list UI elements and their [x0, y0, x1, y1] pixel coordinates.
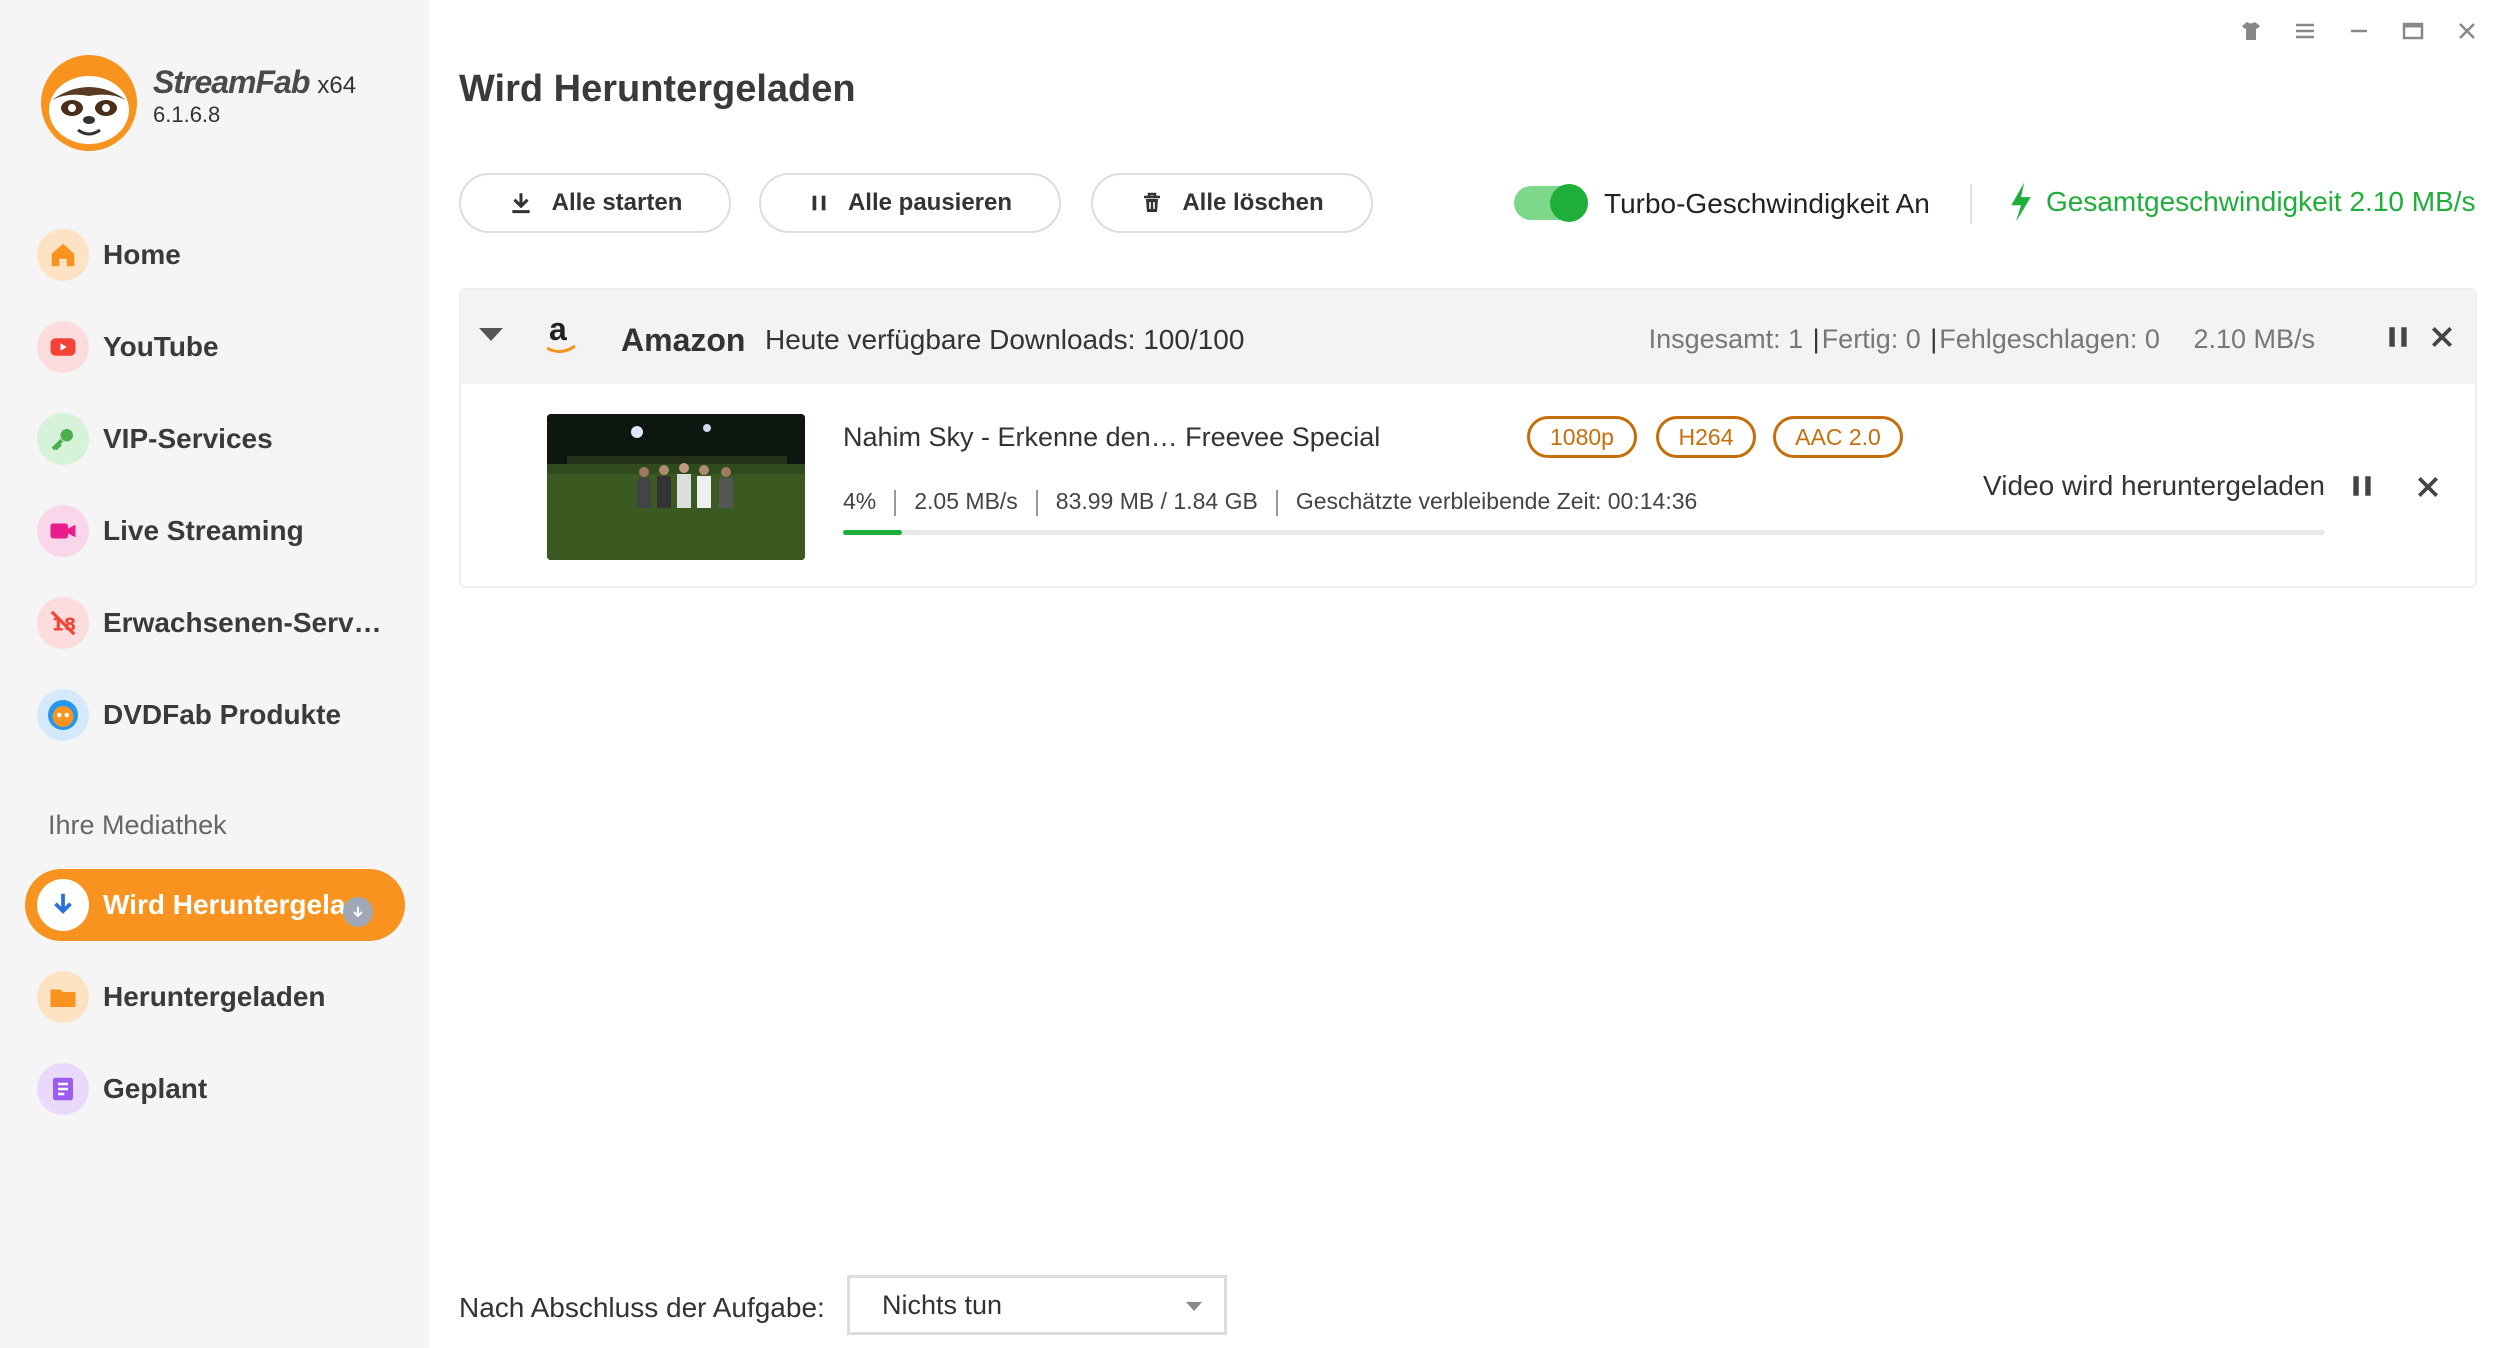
sidebar-item-scheduled[interactable]: Geplant [25, 1053, 405, 1125]
group-stats: Insgesamt: 1 |Fertig: 0 |Fehlgeschlagen:… [1648, 324, 2315, 354]
app-version: 6.1.6.8 [153, 102, 221, 127]
trash-icon [1144, 192, 1161, 212]
download-percent: 4% [843, 488, 877, 514]
sidebar-item-live-streaming[interactable]: Live Streaming [25, 495, 405, 567]
video-title: Nahim Sky - Erkenne den… Freevee Special [843, 422, 1381, 452]
download-status: Video wird heruntergeladen [1983, 470, 2325, 501]
item-close-button[interactable] [2415, 474, 2441, 505]
svg-text:a: a [549, 311, 567, 347]
turbo-label: Turbo-Geschwindigkeit An [1604, 188, 1930, 219]
tag-audio: AAC 2.0 [1773, 416, 1903, 458]
group-close-button[interactable] [2429, 324, 2455, 355]
close-icon [2417, 476, 2439, 498]
group-failed: Fehlgeschlagen: 0 [1939, 324, 2160, 354]
download-eta: Geschätzte verbleibende Zeit: 00:14:36 [1295, 488, 1698, 514]
after-task-value: Nichts tun [882, 1289, 1003, 1320]
total-speed-label: Gesamtgeschwindigkeit 2.10 MB/s [2046, 186, 2476, 217]
after-task-select[interactable]: Nichts tun [847, 1275, 1227, 1335]
download-size: 83.99 MB / 1.84 GB [1055, 488, 1258, 514]
group-done: Fertig: 0 [1821, 324, 1921, 354]
turbo-toggle[interactable] [1514, 184, 1588, 222]
sidebar-item-dvdfab-products[interactable]: DVDFab Produkte [25, 679, 405, 751]
streamfab-logo [38, 52, 140, 154]
sidebar-item-label: Live Streaming [103, 515, 304, 546]
download-icon [37, 879, 89, 931]
start-all-button[interactable]: Alle starten [459, 173, 731, 233]
close-icon [2431, 326, 2453, 348]
sidebar-item-label: Geplant [103, 1073, 208, 1104]
start-all-label: Alle starten [551, 189, 683, 216]
pause-all-label: Alle pausieren [847, 189, 1013, 216]
pause-icon [2353, 476, 2371, 496]
youtube-icon [37, 321, 89, 373]
shirt-icon[interactable] [2238, 18, 2264, 44]
maximize-icon[interactable] [2400, 18, 2426, 44]
page-title: Wird Heruntergeladen [459, 68, 856, 110]
video-thumbnail [547, 414, 805, 560]
download-icon [511, 193, 530, 214]
group-header: a Amazon Heute verfügbare Downloads: 100… [461, 290, 2475, 384]
after-task-label: Nach Abschluss der Aufgabe: [459, 1292, 825, 1323]
sidebar-item-downloading[interactable]: Wird Heruntergela [25, 869, 405, 941]
close-icon[interactable] [2454, 18, 2480, 44]
tag-codec: H264 [1656, 416, 1756, 458]
sidebar: StreamFab x64 6.1.6.8 Home YouTube VIP-Se… [0, 0, 429, 1348]
amazon-logo-icon: a [541, 310, 581, 360]
pause-icon [2389, 327, 2407, 347]
progress-fill [843, 530, 903, 535]
download-group: a Amazon Heute verfügbare Downloads: 100… [459, 288, 2477, 588]
progress-bar [843, 530, 2325, 535]
sidebar-item-label: Heruntergeladen [103, 981, 326, 1012]
key-icon [37, 413, 89, 465]
sidebar-item-label: YouTube [103, 331, 219, 362]
item-pause-button[interactable] [2349, 470, 2375, 507]
folder-icon [37, 971, 89, 1023]
chevron-down-icon [1186, 1302, 1202, 1311]
download-speed: 2.05 MB/s [914, 488, 1018, 514]
divider [1970, 184, 1972, 224]
sidebar-item-home[interactable]: Home [25, 219, 405, 291]
home-icon [37, 229, 89, 281]
sidebar-item-vip-services[interactable]: VIP-Services [25, 403, 405, 475]
group-available-downloads: Heute verfügbare Downloads: 100/100 [765, 324, 1245, 355]
sidebar-item-label: Erwachsenen-Serv… [103, 607, 382, 638]
sidebar-item-youtube[interactable]: YouTube [25, 311, 405, 383]
delete-all-label: Alle löschen [1182, 189, 1324, 216]
sidebar-item-label: VIP-Services [103, 423, 273, 454]
sidebar-item-label: Home [103, 239, 181, 270]
download-stats: 4% 2.05 MB/s 83.99 MB / 1.84 GB Geschätzte … [843, 488, 1697, 516]
group-service-name: Amazon [621, 322, 746, 358]
group-speed: 2.10 MB/s [2193, 324, 2315, 354]
collapse-icon[interactable] [479, 328, 503, 341]
sidebar-item-label: Wird Heruntergela [103, 889, 346, 920]
library-section-label: Ihre Mediathek [48, 810, 227, 840]
group-total: Insgesamt: 1 [1648, 324, 1804, 354]
brand-name: StreamFab [153, 64, 310, 100]
tag-resolution: 1080p [1527, 416, 1637, 458]
minimize-icon[interactable] [2346, 18, 2372, 44]
adult-icon: 18 [37, 597, 89, 649]
sidebar-item-adult-services[interactable]: 18 Erwachsenen-Serv… [25, 587, 405, 659]
group-pause-button[interactable] [2385, 322, 2411, 357]
sidebar-item-label: DVDFab Produkte [103, 699, 342, 730]
download-badge-icon [343, 897, 373, 927]
pause-icon [812, 195, 826, 211]
camera-icon [37, 505, 89, 557]
brand-arch: x64 [317, 72, 357, 99]
window-controls [2238, 18, 2480, 44]
dvdfab-icon [37, 689, 89, 741]
calendar-icon [37, 1063, 89, 1115]
delete-all-button[interactable]: Alle löschen [1091, 173, 1373, 233]
pause-all-button[interactable]: Alle pausieren [759, 173, 1061, 233]
menu-icon[interactable] [2292, 18, 2318, 44]
sidebar-item-downloaded[interactable]: Heruntergeladen [25, 961, 405, 1033]
total-speed: Gesamtgeschwindigkeit 2.10 MB/s [2008, 182, 2476, 222]
lightning-icon [2011, 182, 2031, 222]
